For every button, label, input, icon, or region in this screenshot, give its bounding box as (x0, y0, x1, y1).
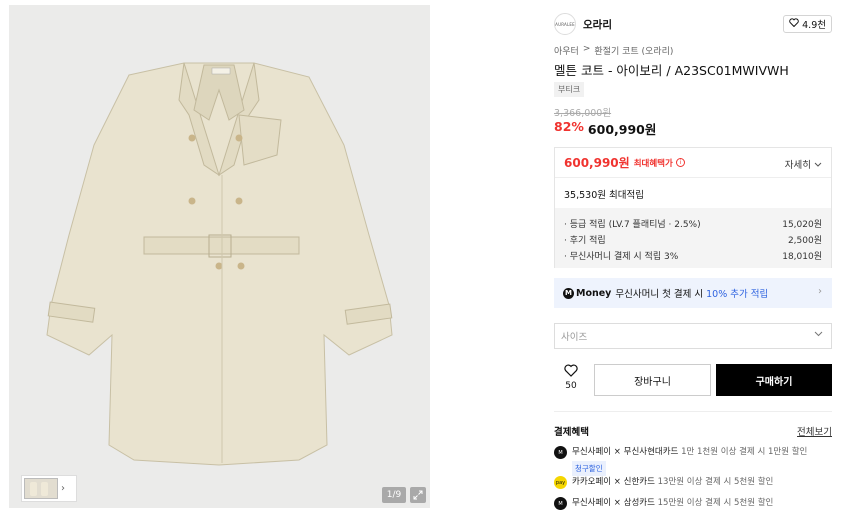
point-row: · 무신사머니 결제 시 적립 3% 18,010원 (564, 247, 822, 263)
size-select[interactable]: 사이즈 (554, 323, 832, 349)
payment-benefit-item[interactable]: M 무신사페이 × 삼성카드 15만원 이상 결제 시 5천원 할인 (554, 497, 832, 510)
benefit-box: 600,990원 최대혜택가 i 자세히 35,530원 최대적립 · 등급 적… (554, 147, 832, 268)
point-label: · 무신사머니 결제 시 적립 3% (564, 251, 679, 262)
expand-icon[interactable] (410, 487, 426, 503)
payment-benefits-title: 결제혜택 (554, 427, 589, 438)
money-logo-text: Money (576, 287, 612, 299)
point-row: · 후기 적립 2,500원 (564, 231, 822, 247)
chevron-right-icon: › (818, 286, 822, 297)
divider (554, 411, 832, 412)
point-row: · 등급 적립 (LV.7 플래티넘 · 2.5%) 15,020원 (564, 215, 822, 231)
point-value: 2,500원 (787, 235, 822, 246)
action-row: 50 장바구니 구매하기 (554, 364, 832, 396)
payment-view-all-link[interactable]: 전체보기 (797, 424, 832, 438)
points-list: · 등급 적립 (LV.7 플래티넘 · 2.5%) 15,020원 · 후기 … (555, 208, 831, 268)
product-info-panel: AURALEE 오라리 4.9천 아우터 > 환절기 코트 (오라리) 멜튼 코… (554, 0, 834, 516)
money-logo: M Money (563, 287, 612, 299)
thumbnail-strip[interactable]: › (21, 475, 77, 502)
brand-like-button[interactable]: 4.9천 (783, 15, 832, 33)
wishlist-button[interactable]: 50 (560, 364, 582, 391)
detail-toggle[interactable]: 자세히 (785, 157, 822, 171)
payment-benefit-detail: 15만원 이상 결제 시 5천원 할인 (657, 498, 774, 508)
size-select-placeholder: 사이즈 (561, 332, 588, 343)
sale-price: 600,990원 (587, 122, 657, 137)
musinsa-pay-icon: M (554, 446, 567, 459)
max-benefit-price: 600,990원 (564, 156, 630, 170)
payment-benefit-detail: 13만원 이상 결제 시 5천원 할인 (657, 477, 774, 487)
money-banner[interactable]: M Money 무신사머니 첫 결제 시 10% 추가 적립 › (554, 278, 832, 308)
max-benefit-label: 최대혜택가 (633, 158, 673, 169)
price-row: 82% 600,990원 (554, 119, 656, 138)
product-image (46, 62, 393, 466)
payment-benefit-item[interactable]: pay 카카오페이 × 신한카드 13만원 이상 결제 시 5천원 할인 (554, 476, 832, 489)
add-to-cart-button[interactable]: 장바구니 (594, 364, 711, 396)
heart-icon (789, 18, 799, 30)
point-value: 15,020원 (782, 219, 822, 230)
breadcrumb-separator: > (582, 44, 591, 54)
money-banner-highlight: 10% 추가 적립 (706, 289, 769, 300)
product-tag: 부티크 (554, 82, 585, 97)
breadcrumb-item[interactable]: 아우터 (554, 44, 579, 57)
kakao-pay-icon: pay (554, 476, 567, 489)
money-icon: M (563, 287, 574, 299)
buy-now-button[interactable]: 구매하기 (716, 364, 832, 396)
detail-toggle-label: 자세히 (784, 160, 811, 171)
payment-benefit-badge: 청구할인 (572, 461, 606, 476)
breadcrumb: 아우터 > 환절기 코트 (오라리) (554, 44, 673, 57)
point-label: · 후기 적립 (564, 235, 606, 246)
image-page-counter: 1/9 (382, 487, 406, 503)
info-icon[interactable]: i (675, 158, 685, 167)
money-banner-text: 무신사머니 첫 결제 시 (615, 289, 704, 300)
payment-benefit-detail: 1만 1천원 이상 결제 시 1만원 할인 (681, 447, 808, 457)
brand-logo[interactable]: AURALEE (554, 13, 576, 35)
musinsa-pay-icon: M (554, 497, 567, 510)
chevron-right-icon[interactable]: › (61, 483, 65, 494)
point-label: · 등급 적립 (LV.7 플래티넘 · 2.5%) (564, 219, 701, 230)
payment-benefit-name: 무신사페이 × 무신사현대카드 (572, 447, 679, 457)
breadcrumb-item[interactable]: 환절기 코트 (오라리) (594, 44, 673, 57)
payment-benefit-name: 카카오페이 × 신한카드 (572, 477, 655, 487)
discount-rate: 82% (554, 119, 584, 134)
brand-row: AURALEE 오라리 4.9천 (554, 13, 832, 35)
product-title: 멜튼 코트 - 아이보리 / A23SC01MWIVWH (554, 63, 789, 78)
chevron-down-icon (814, 330, 823, 340)
wishlist-count: 50 (565, 381, 577, 391)
brand-like-count: 4.9천 (802, 20, 826, 31)
payment-benefit-name: 무신사페이 × 삼성카드 (572, 498, 655, 508)
points-total: 35,530원 최대적립 (564, 190, 644, 201)
max-price-row: 600,990원 최대혜택가 i 자세히 (555, 148, 831, 178)
payment-benefit-item[interactable]: M 무신사페이 × 무신사현대카드 1만 1천원 이상 결제 시 1만원 할인 … (554, 446, 832, 476)
original-price: 3,366,000원 (554, 108, 612, 119)
point-value: 18,010원 (782, 251, 822, 262)
brand-name[interactable]: 오라리 (583, 17, 612, 32)
thumbnail-image[interactable] (24, 478, 58, 499)
chevron-down-icon (814, 159, 822, 170)
heart-icon (564, 364, 578, 380)
product-image-gallery[interactable]: › 1/9 (9, 5, 430, 508)
